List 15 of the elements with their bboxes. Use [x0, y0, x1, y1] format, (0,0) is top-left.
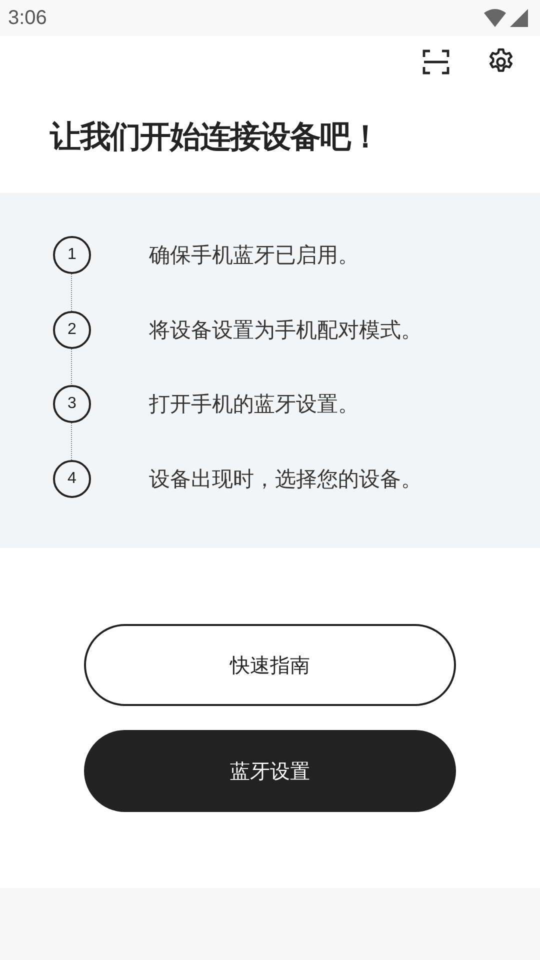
- bluetooth-settings-button[interactable]: 蓝牙设置: [84, 730, 456, 812]
- step-text: 打开手机的蓝牙设置。: [149, 391, 359, 418]
- guide-button[interactable]: 快速指南: [84, 624, 456, 706]
- step-text: 设备出现时，选择您的设备。: [149, 466, 422, 493]
- status-time: 3:06: [8, 6, 47, 30]
- step-number: 4: [53, 460, 91, 498]
- scan-icon: [422, 48, 450, 76]
- step-number: 2: [53, 310, 91, 349]
- step-text: 将设备设置为手机配对模式。: [149, 316, 422, 344]
- step-text: 确保手机蓝牙已启用。: [149, 242, 359, 270]
- step-number: 1: [53, 236, 91, 274]
- step-number: 3: [53, 385, 91, 424]
- wifi-icon: [484, 9, 506, 27]
- signal-icon: [510, 9, 528, 27]
- page-title: 让我们开始连接设备吧！: [48, 118, 381, 157]
